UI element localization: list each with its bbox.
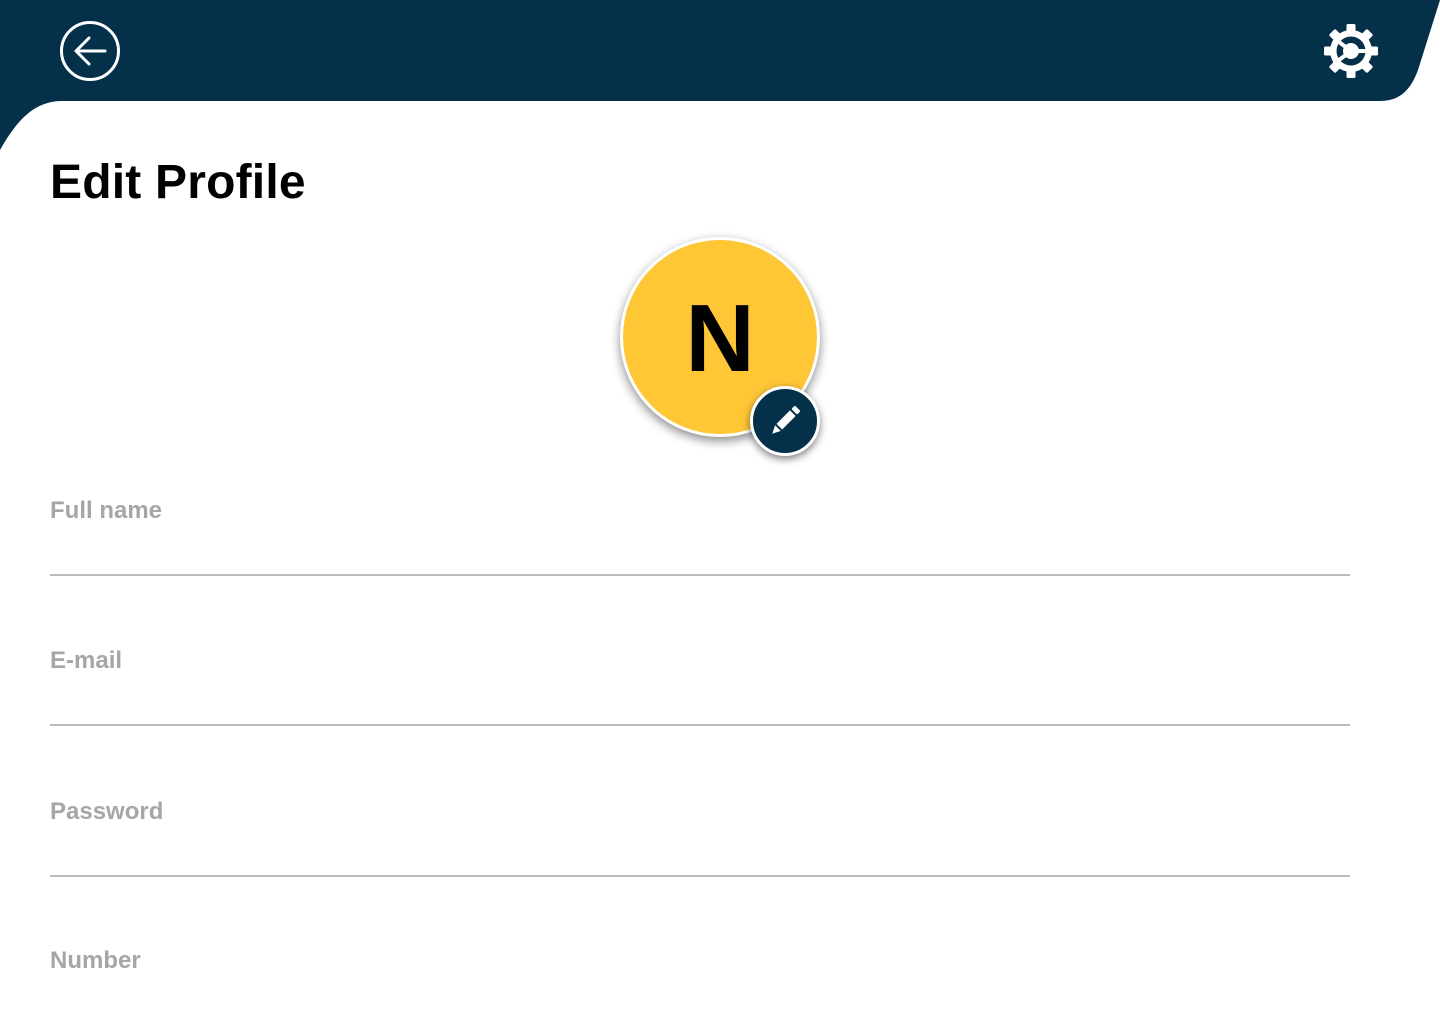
edit-profile-screen: Edit Profile N Full name E-mail Password… xyxy=(0,0,1440,1024)
full-name-input[interactable] xyxy=(50,532,1350,576)
email-input[interactable] xyxy=(50,682,1350,726)
full-name-field: Full name xyxy=(50,496,1350,586)
password-input[interactable] xyxy=(50,833,1350,877)
arrow-left-circle-icon xyxy=(60,21,120,81)
pencil-icon xyxy=(772,406,800,434)
header-bar xyxy=(0,0,1440,150)
number-label: Number xyxy=(50,947,141,974)
settings-button[interactable] xyxy=(1320,20,1382,82)
page-title: Edit Profile xyxy=(50,156,306,209)
email-label: E-mail xyxy=(50,647,123,674)
back-button[interactable] xyxy=(59,20,121,82)
full-name-label: Full name xyxy=(50,497,163,524)
number-input[interactable] xyxy=(50,982,1350,1024)
password-field: Password xyxy=(50,797,1350,887)
gear-icon xyxy=(1324,24,1378,78)
avatar-initial: N xyxy=(685,285,755,392)
edit-avatar-button[interactable] xyxy=(750,386,820,456)
number-field: Number xyxy=(50,946,1350,1024)
email-field: E-mail xyxy=(50,646,1350,736)
password-label: Password xyxy=(50,798,164,825)
